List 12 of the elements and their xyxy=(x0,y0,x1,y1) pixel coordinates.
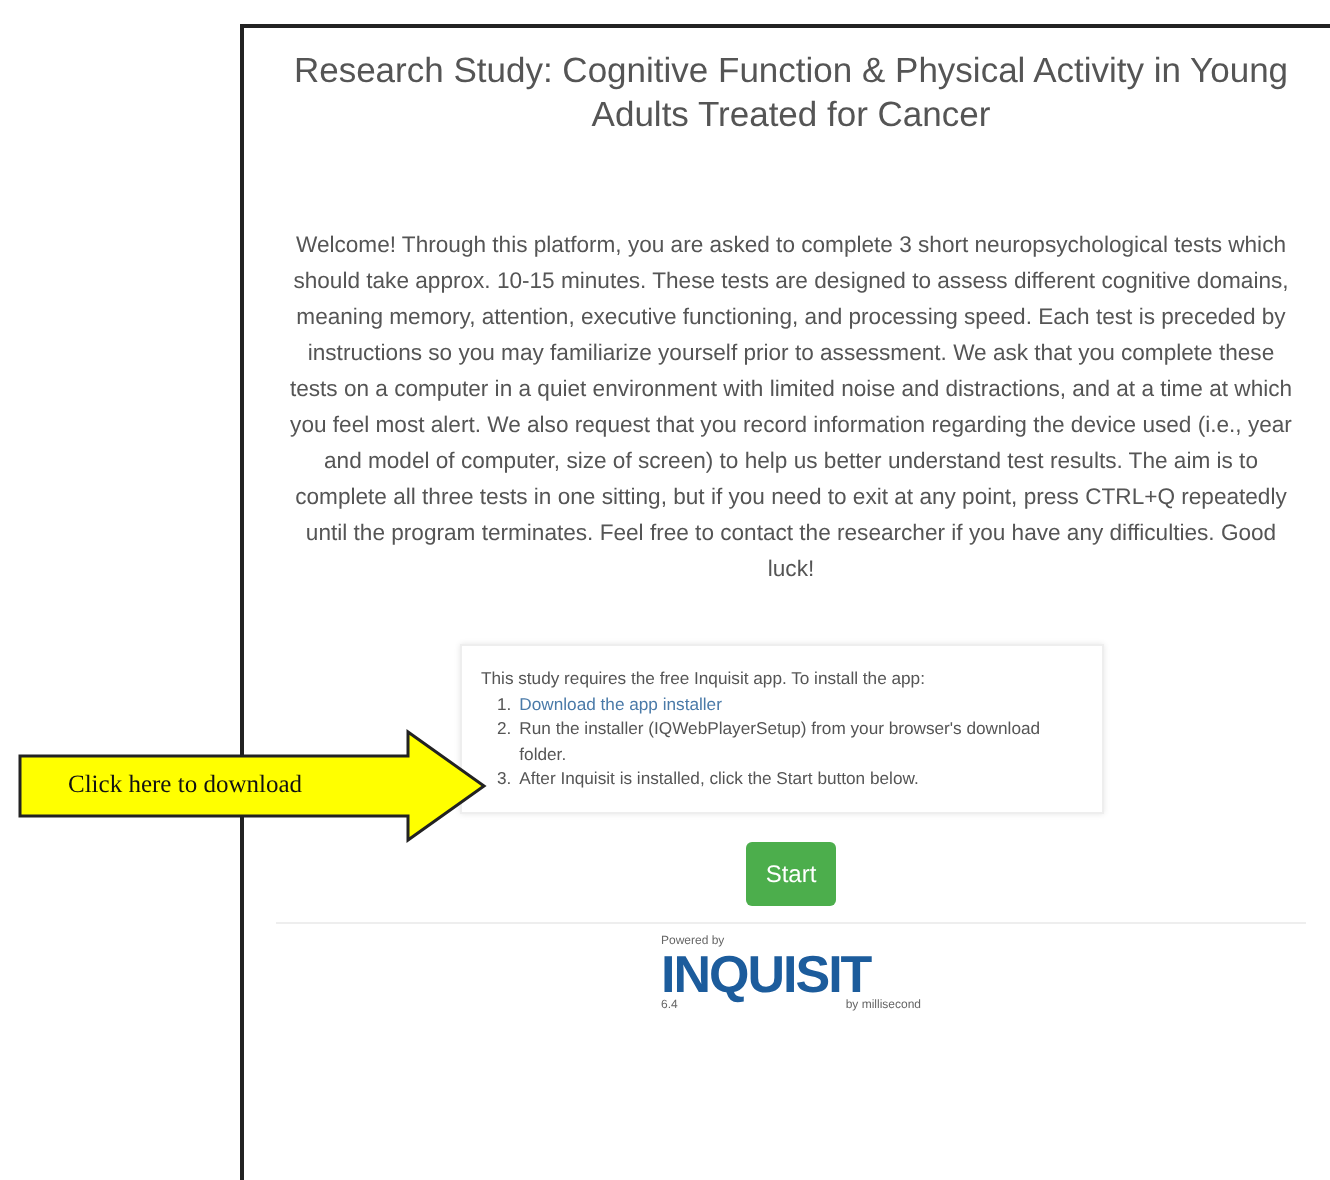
callout-text: Click here to download xyxy=(68,770,302,800)
page-title: Research Study: Cognitive Function & Physical Activity in Young Adults Treated for Cancer xyxy=(291,48,1291,136)
intro-paragraph: Welcome! Through this platform, you are asked to complete 3 short neuropsychological tests which should take approx. 10-15 minutes. These tests are designed to assess different cognitive domains, meaning memory, attention, executive functioning, and processing speed. Each test is preceded by instructions so you may familiarize yourself prior to assessment. We ask that you complete these tests on a computer in a quiet environment with limited noise and distractions, and at a time at which you feel most alert. We also request that you record information regarding the device used (i.e., year and model of computer, size of screen) to help us better understand test results. The aim is to complete all three tests in one sitting, but if you need to exit at any point, press CTRL+Q repeatedly until the program terminates. Feel free to contact the researcher if you have any difficulties. Good luck! xyxy=(287,232,1295,586)
step-number: 2. xyxy=(497,716,512,742)
step-number: 3. xyxy=(497,766,512,791)
step-number: 1. xyxy=(497,691,512,716)
step-text: Run the installer (IQWebPlayerSetup) from your browser's download folder. xyxy=(519,716,1043,766)
step-text: After Inquisit is installed, click the Start button below. xyxy=(519,766,919,791)
logo-wordmark: INQUISIT xyxy=(661,947,872,999)
install-text: This study requires the free Inquisit app. To install the app: xyxy=(481,666,927,691)
start-button[interactable]: Start xyxy=(745,841,837,905)
download-link[interactable]: Download the app installer xyxy=(519,691,722,716)
